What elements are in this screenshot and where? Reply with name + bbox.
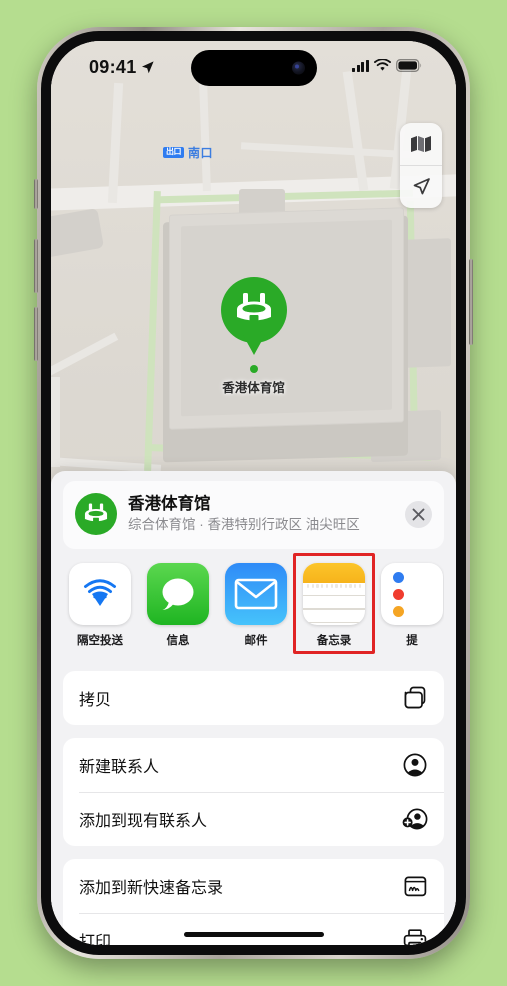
share-app-label: 提 (406, 635, 418, 647)
share-sheet-header: 香港体育馆 综合体育馆 · 香港特别行政区 油尖旺区 (63, 481, 444, 549)
notes-icon (303, 563, 365, 625)
map-transit-label[interactable]: 出口 南口 (163, 144, 213, 161)
action-row-new-quick-note[interactable]: 添加到新快速备忘录 (63, 859, 444, 913)
doc-on-doc-glyph-icon (404, 686, 426, 709)
signal-bars-icon (352, 59, 369, 72)
action-group-contacts: 新建联系人 添加到现有联系人 (63, 738, 444, 846)
volume-up-button[interactable] (34, 239, 38, 293)
map-place-pin[interactable]: 香港体育馆 (51, 277, 456, 396)
venue-title: 香港体育馆 (128, 495, 211, 514)
share-app-label: 信息 (166, 635, 190, 647)
share-app-label: 隔空投送 (77, 635, 123, 647)
front-camera-icon (291, 61, 305, 75)
share-app-mail[interactable]: 邮件 (225, 563, 287, 648)
power-button[interactable] (469, 259, 473, 345)
person-badge-plus-glyph-icon (402, 808, 428, 830)
folded-map-icon (411, 136, 431, 152)
venue-subtitle: 综合体育馆 · 香港特别行政区 油尖旺区 (128, 516, 360, 532)
wifi-icon (374, 59, 391, 71)
person-circle-glyph-icon (403, 753, 427, 777)
action-row-add-existing-contact[interactable]: 添加到现有联系人 (63, 792, 444, 846)
navigation-arrow-icon (413, 178, 430, 195)
map-controls (400, 123, 442, 208)
status-bar-indicators (352, 59, 422, 72)
venue-info: 香港体育馆 综合体育馆 · 香港特别行政区 油尖旺区 (128, 494, 394, 534)
map-style-button[interactable] (400, 123, 442, 165)
dynamic-island (190, 50, 317, 86)
reminders-icon (381, 563, 443, 625)
action-group-copy: 拷贝 (63, 671, 444, 725)
status-bar-time-group: 09:41 (89, 57, 155, 78)
action-button[interactable] (34, 179, 38, 209)
stadium-icon (75, 493, 117, 535)
pin-anchor-dot (249, 365, 258, 373)
printer-icon (402, 927, 428, 945)
exit-badge-icon: 出口 (163, 147, 184, 158)
transit-label-text: 南口 (188, 146, 214, 160)
notes-line (303, 621, 365, 623)
locate-me-button[interactable] (400, 166, 442, 208)
messages-icon (147, 563, 209, 625)
airdrop-icon (69, 563, 131, 625)
person-circle-icon (402, 752, 428, 778)
device-bezel: 出口 南口 香港体育馆 09:41 香港体育馆 综合体育馆 · 香港特别行政区 … (41, 31, 466, 955)
action-row-label: 添加到现有联系人 (79, 813, 208, 830)
printer-glyph-icon (403, 929, 427, 945)
reminders-dot-red (393, 588, 404, 600)
share-app-airdrop[interactable]: 隔空投送 (69, 563, 131, 648)
share-app-notes[interactable]: 备忘录 (293, 553, 375, 654)
share-app-messages[interactable]: 信息 (147, 563, 209, 648)
action-row-label: 拷贝 (79, 692, 112, 709)
action-row-print[interactable]: 打印 (63, 913, 444, 945)
status-bar-time: 09:41 (89, 57, 137, 77)
reminders-dot-blue (393, 571, 404, 583)
person-badge-plus-icon (402, 806, 428, 832)
action-row-copy[interactable]: 拷贝 (63, 671, 444, 725)
close-icon (412, 508, 425, 520)
device-screen: 出口 南口 香港体育馆 09:41 香港体育馆 综合体育馆 · 香港特别行政区 … (51, 41, 456, 945)
stadium-pin-icon (220, 277, 287, 343)
volume-down-button[interactable] (34, 307, 38, 361)
message-bubble-icon (162, 578, 194, 610)
location-arrow-icon (141, 61, 154, 74)
mail-icon (225, 563, 287, 625)
home-indicator[interactable] (183, 932, 324, 937)
status-bar: 09:41 (51, 41, 456, 93)
share-app-reminders[interactable]: 提 (381, 563, 443, 648)
stadium-glyph-icon (236, 293, 271, 324)
iphone-device-frame: 出口 南口 香港体育馆 09:41 香港体育馆 综合体育馆 · 香港特别行政区 … (34, 27, 473, 959)
copy-icon (402, 685, 428, 711)
battery-icon (396, 59, 422, 72)
action-row-label: 打印 (79, 934, 112, 945)
action-row-label: 新建联系人 (79, 759, 160, 776)
action-row-new-contact[interactable]: 新建联系人 (63, 738, 444, 792)
pin-label: 香港体育馆 (222, 381, 285, 395)
share-app-label: 邮件 (244, 635, 268, 647)
action-row-label: 添加到新快速备忘录 (79, 880, 224, 897)
airdrop-glyph-icon (84, 579, 116, 606)
quick-note-icon (402, 873, 428, 899)
close-button[interactable] (405, 500, 432, 528)
reminders-dot-orange (393, 605, 404, 617)
stadium-glyph-icon (84, 502, 108, 524)
share-app-row[interactable]: 隔空投送 信息 邮件 备忘录 提 (63, 549, 444, 658)
quick-note-glyph-icon (404, 876, 426, 896)
envelope-icon (234, 578, 278, 610)
share-sheet: 香港体育馆 综合体育馆 · 香港特别行政区 油尖旺区 隔空投送 信息 邮件 备忘… (51, 471, 456, 945)
share-app-label: 备忘录 (316, 635, 352, 647)
notes-header-band (303, 563, 365, 583)
